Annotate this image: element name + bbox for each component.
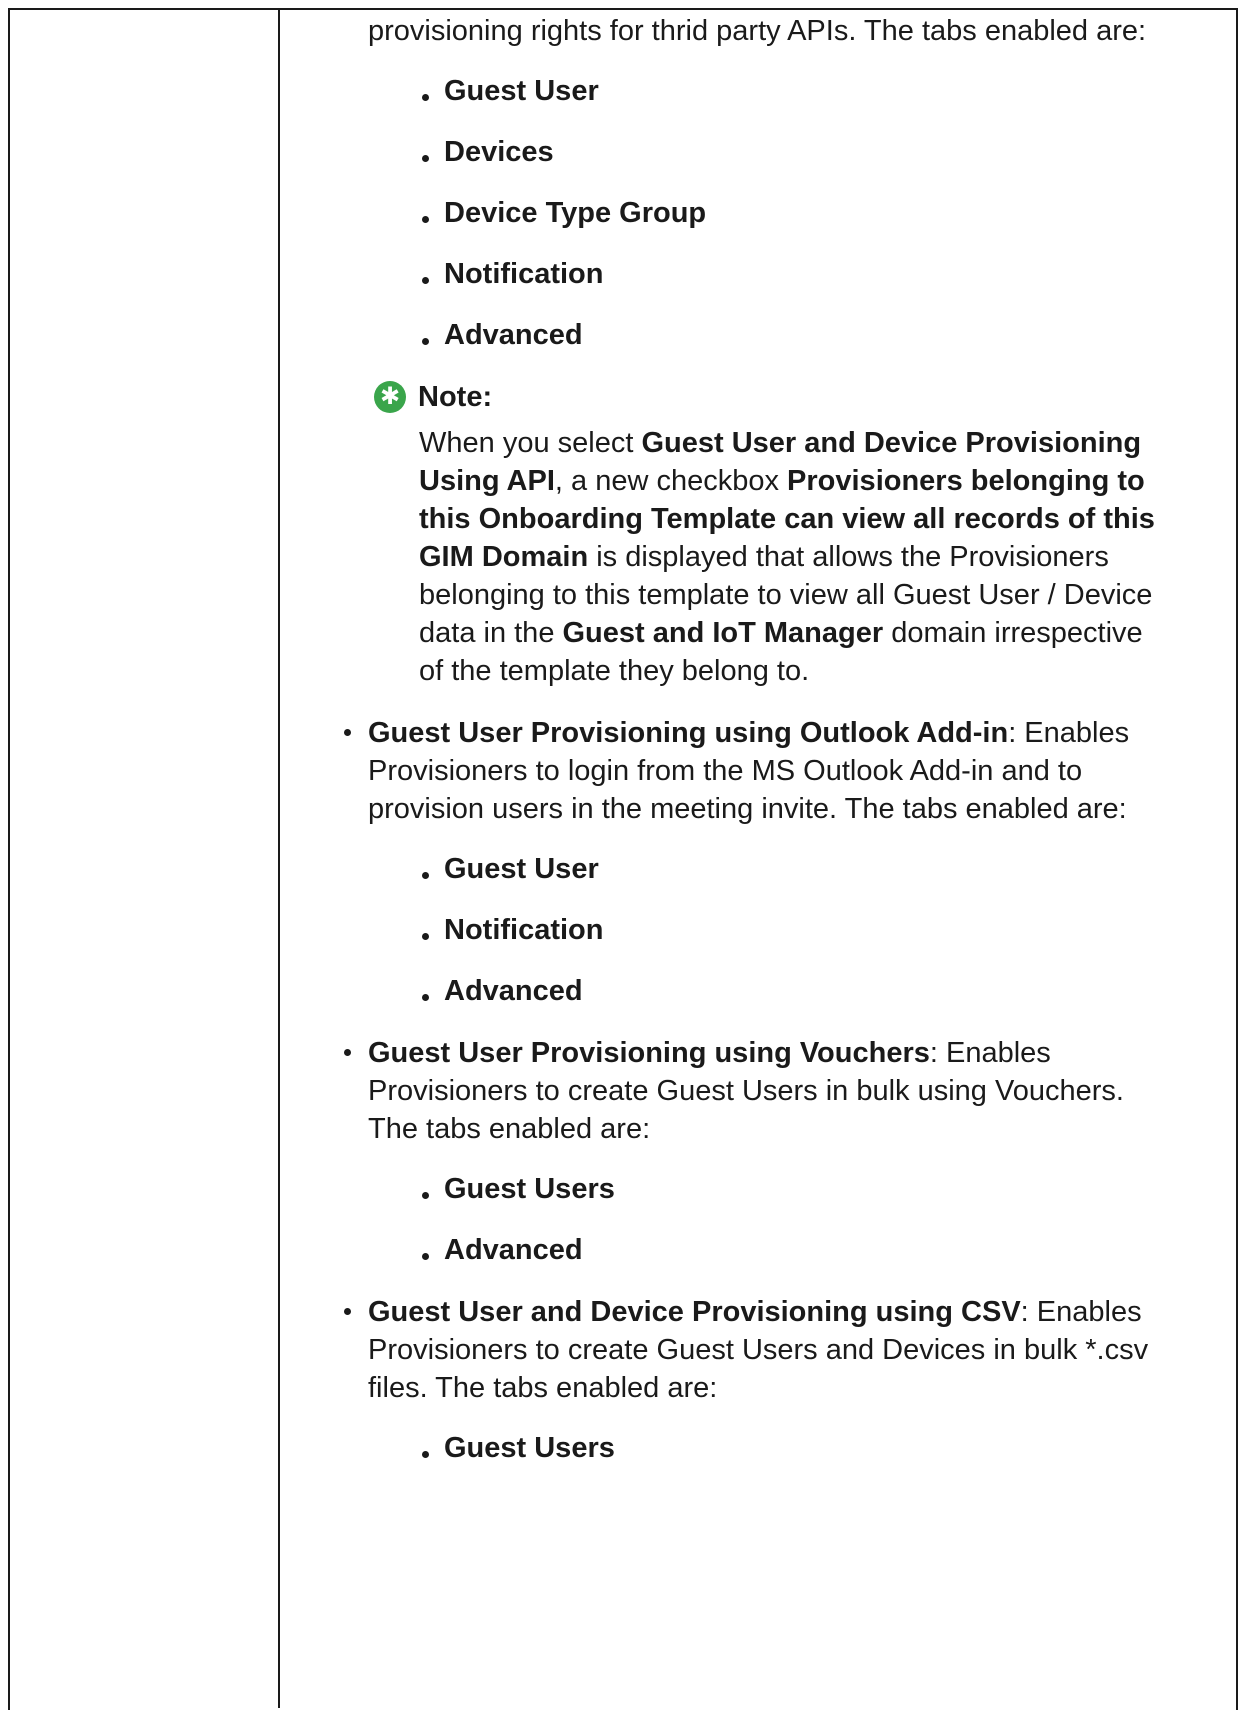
description-cell: provisioning rights for thrid party APIs… <box>344 12 1178 1467</box>
column-divider <box>278 8 280 1708</box>
note-box: ✱ Note: When you select Guest User and D… <box>368 378 1178 690</box>
note-text: , a new checkbox <box>554 465 788 497</box>
intro-text: provisioning rights for thrid party APIs… <box>368 15 1147 47</box>
list-item: Device Type Group <box>368 194 1178 232</box>
list-item: Notification <box>368 255 1178 293</box>
note-header: ✱ Note: <box>368 378 1178 416</box>
outlook-tabs-list: Guest User Notification Advanced <box>368 850 1178 1010</box>
list-item: Advanced <box>368 1231 1178 1269</box>
outlook-addin-item: Guest User Provisioning using Outlook Ad… <box>344 714 1178 1010</box>
note-body: When you select Guest User and Device Pr… <box>419 424 1159 690</box>
note-bold-text: Guest and IoT Manager <box>562 617 884 649</box>
list-item: Guest Users <box>368 1429 1178 1467</box>
list-item: Advanced <box>368 972 1178 1010</box>
note-title: Note: <box>418 381 493 413</box>
list-item: Advanced <box>368 316 1178 354</box>
list-item: Guest Users <box>368 1170 1178 1208</box>
vouchers-item: Guest User Provisioning using Vouchers: … <box>344 1034 1178 1269</box>
csv-tabs-list: Guest Users <box>368 1429 1178 1467</box>
item-description: Guest User and Device Provisioning using… <box>368 1293 1178 1407</box>
item-title: Guest User Provisioning using Outlook Ad… <box>368 717 1009 749</box>
item-description: Guest User Provisioning using Outlook Ad… <box>368 714 1178 828</box>
item-description: Guest User Provisioning using Vouchers: … <box>368 1034 1178 1148</box>
item-title: Guest User and Device Provisioning using… <box>368 1296 1021 1328</box>
csv-item: Guest User and Device Provisioning using… <box>344 1293 1178 1467</box>
api-tabs-list: Guest User Devices Device Type Group Not… <box>368 72 1178 354</box>
list-item: Guest User <box>368 850 1178 888</box>
star-note-icon: ✱ <box>374 381 406 413</box>
vouchers-tabs-list: Guest Users Advanced <box>368 1170 1178 1269</box>
list-item: Devices <box>368 133 1178 171</box>
list-item: Notification <box>368 911 1178 949</box>
list-item: Guest User <box>368 72 1178 110</box>
item-title: Guest User Provisioning using Vouchers <box>368 1037 930 1069</box>
note-text: When you select <box>419 427 642 459</box>
